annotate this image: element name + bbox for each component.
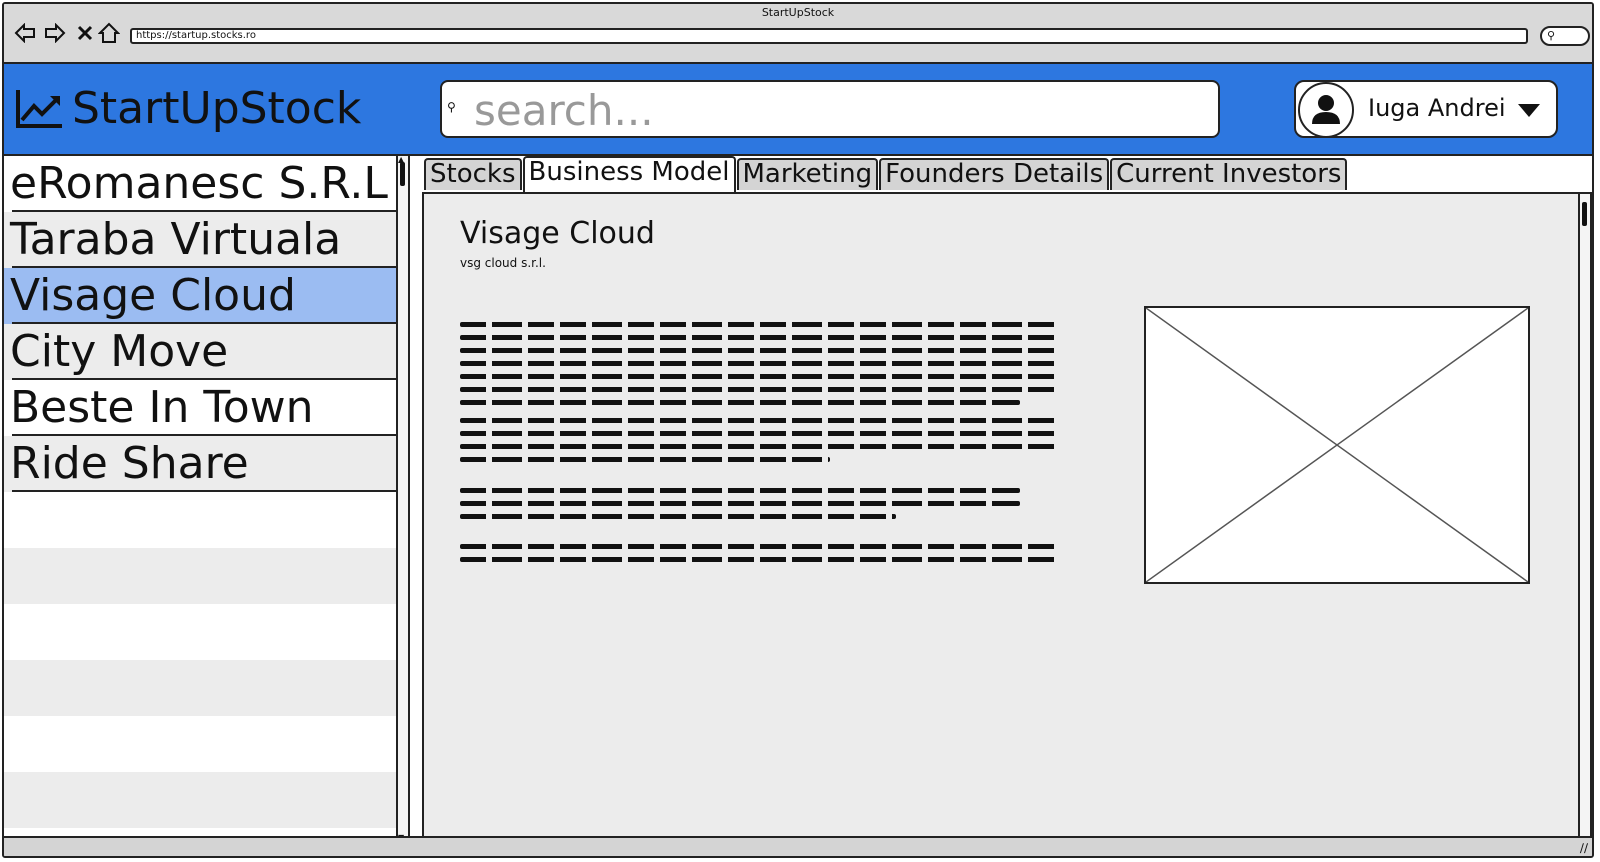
text-paragraph (460, 544, 1060, 570)
page-title: Visage Cloud (460, 216, 655, 251)
window-title: StartUpStock (761, 6, 835, 19)
list-item-label: eRomanesc S.R.L (10, 158, 388, 209)
list-item-label: Ride Share (10, 438, 249, 489)
empty-row (4, 492, 408, 548)
scrollbar-thumb[interactable] (1582, 202, 1587, 226)
chevron-down-icon[interactable] (1518, 104, 1540, 117)
empty-row (4, 604, 408, 660)
empty-row (4, 716, 408, 772)
empty-row (4, 660, 408, 716)
url-input[interactable]: https://startup.stocks.ro (130, 28, 1528, 44)
list-item[interactable]: Taraba Virtuala (4, 212, 408, 268)
user-icon (1312, 95, 1340, 124)
user-menu[interactable]: Iuga Andrei (1294, 80, 1558, 138)
page-subtitle: vsg cloud s.r.l. (460, 256, 546, 270)
content-scrollbar[interactable] (1578, 194, 1590, 840)
text-paragraph (460, 322, 1060, 413)
arrow-left-icon[interactable] (14, 22, 36, 44)
tab-bar: Stocks Business Model Marketing Founders… (424, 156, 1348, 192)
text-paragraph (460, 418, 1060, 470)
browser-search-box[interactable]: ⚲ (1540, 26, 1590, 46)
search-icon: ⚲ (1547, 29, 1556, 42)
list-item-selected[interactable]: Visage Cloud (4, 268, 408, 324)
arrow-right-icon[interactable] (44, 22, 66, 44)
list-item[interactable]: Beste In Town (4, 380, 408, 436)
empty-row (4, 772, 408, 828)
tab-current-investors[interactable]: Current Investors (1110, 158, 1348, 190)
home-icon[interactable] (98, 22, 120, 44)
image-placeholder (1144, 306, 1530, 584)
list-item-label: City Move (10, 326, 229, 377)
app-header: StartUpStock ⚲ Iuga Andrei (4, 64, 1592, 156)
text-paragraph (460, 488, 1060, 527)
main-content: Visage Cloud vsg cloud s.r.l. (422, 192, 1592, 842)
close-icon[interactable] (74, 22, 96, 44)
brand-logo[interactable]: StartUpStock (14, 80, 361, 136)
list-item[interactable]: eRomanesc S.R.L (4, 156, 408, 212)
avatar (1298, 82, 1354, 138)
browser-window: StartUpStock https://startup.stocks.ro ⚲… (2, 2, 1594, 858)
trending-up-icon (16, 90, 62, 128)
list-item-label: Taraba Virtuala (10, 214, 342, 265)
list-item[interactable]: Ride Share (4, 436, 408, 492)
search-input[interactable] (472, 86, 1176, 134)
resize-grip-icon[interactable]: ∕∕ (1580, 841, 1588, 855)
search-box[interactable]: ⚲ (440, 80, 1220, 138)
tab-marketing[interactable]: Marketing (736, 158, 879, 190)
tab-founders-details[interactable]: Founders Details (879, 158, 1110, 190)
sidebar-scrollbar[interactable]: ▲ ▼ (396, 156, 408, 842)
list-item-label: Beste In Town (10, 382, 314, 433)
search-icon: ⚲ (447, 100, 456, 114)
list-item-label: Visage Cloud (10, 270, 296, 321)
brand-name: StartUpStock (72, 82, 362, 134)
empty-row (4, 548, 408, 604)
status-bar: ∕∕ (4, 836, 1592, 856)
scrollbar-thumb[interactable] (400, 162, 405, 186)
user-name: Iuga Andrei (1368, 94, 1506, 122)
tab-stocks[interactable]: Stocks (424, 158, 522, 190)
tab-business-model[interactable]: Business Model (522, 156, 736, 192)
browser-chrome: StartUpStock https://startup.stocks.ro ⚲ (4, 4, 1592, 64)
list-item[interactable]: City Move (4, 324, 408, 380)
company-list: eRomanesc S.R.L Taraba Virtuala Visage C… (4, 156, 410, 842)
